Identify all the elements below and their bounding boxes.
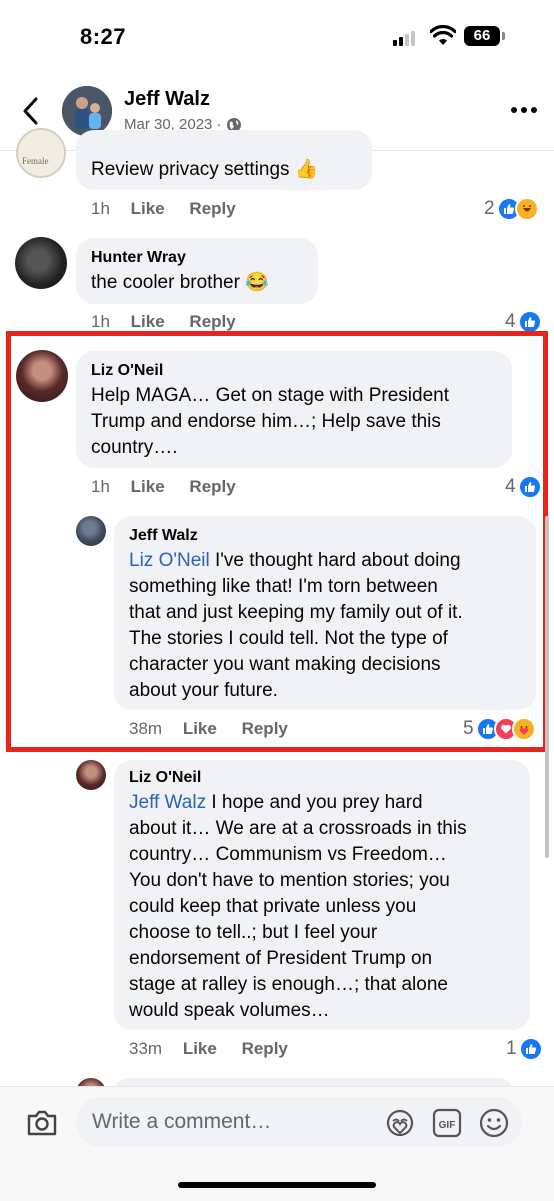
- comment-author[interactable]: Liz O'Neil: [129, 769, 201, 787]
- comment-meta: 1h Like Reply: [91, 199, 236, 219]
- camera-icon[interactable]: [26, 1108, 58, 1138]
- comment-time: 1h: [91, 199, 110, 218]
- comment-author[interactable]: Hunter Wray: [91, 249, 186, 267]
- comment-line: could keep that private unless you: [129, 896, 417, 917]
- scrollbar[interactable]: [545, 516, 549, 858]
- comment-text: Review privacy settings 👍: [91, 159, 319, 180]
- avatar[interactable]: Female: [16, 128, 66, 178]
- reaction-count: 2: [484, 198, 495, 219]
- comment-line: choose to tell..; but I feel your: [129, 922, 378, 943]
- back-arrow-icon[interactable]: [20, 96, 42, 126]
- comment-input-placeholder: Write a comment…: [92, 1110, 272, 1133]
- comment-line-text: I hope and you prey hard: [206, 792, 423, 813]
- comment-line: country… Communism vs Freedom…: [129, 844, 447, 865]
- like-button[interactable]: Like: [131, 199, 165, 218]
- comment-line: about it… We are at a crossroads in this: [129, 818, 467, 839]
- reply-button[interactable]: Reply: [242, 1039, 288, 1058]
- like-button[interactable]: Like: [183, 1039, 217, 1058]
- comment-meta: 33m Like Reply: [129, 1039, 288, 1059]
- comment-line: would speak volumes…: [129, 1000, 330, 1021]
- cellular-signal-icon: [393, 30, 415, 46]
- mention-link[interactable]: Jeff Walz: [129, 792, 206, 813]
- like-button[interactable]: Like: [131, 312, 165, 331]
- avatar[interactable]: [15, 237, 67, 289]
- comment-line: stage at ralley is enough…; that alone: [129, 974, 448, 995]
- like-reaction-icon: [518, 1037, 543, 1061]
- reply-button[interactable]: Reply: [189, 199, 235, 218]
- comment-text: the cooler brother 😂: [91, 272, 269, 293]
- comment-time: 1h: [91, 312, 110, 331]
- comment-meta: 1h Like Reply: [91, 312, 236, 332]
- reaction-summary[interactable]: 2: [484, 197, 539, 221]
- reaction-summary[interactable]: 1: [506, 1037, 543, 1061]
- more-options-icon[interactable]: [510, 100, 538, 120]
- svg-text:GIF: GIF: [439, 1120, 456, 1131]
- battery-level: 66: [473, 27, 491, 44]
- highlight-box: [6, 331, 548, 752]
- emoji-icon[interactable]: [478, 1107, 510, 1139]
- avatar[interactable]: [76, 760, 106, 790]
- reaction-count: 4: [505, 311, 516, 332]
- avatar[interactable]: [62, 86, 112, 136]
- avatar-sticker-icon[interactable]: [384, 1107, 416, 1139]
- comment-text: Jeff Walz I hope and you prey hard about…: [129, 790, 529, 1024]
- status-time: 8:27: [80, 24, 127, 49]
- reaction-count: 1: [506, 1038, 517, 1059]
- comment-line: You don't have to mention stories; you: [129, 870, 450, 891]
- home-indicator[interactable]: [178, 1182, 376, 1188]
- post-author-name[interactable]: Jeff Walz: [124, 88, 210, 111]
- comment-line: Jeff Walz I hope and you prey hard: [129, 790, 529, 816]
- reply-button[interactable]: Reply: [189, 312, 235, 331]
- haha-reaction-icon: [514, 197, 539, 221]
- battery-icon: 66: [464, 26, 506, 46]
- comment-time: 33m: [129, 1039, 163, 1058]
- gif-icon[interactable]: GIF: [432, 1107, 462, 1139]
- wifi-icon: [430, 25, 456, 45]
- comment-line: endorsement of President Trump on: [129, 948, 433, 969]
